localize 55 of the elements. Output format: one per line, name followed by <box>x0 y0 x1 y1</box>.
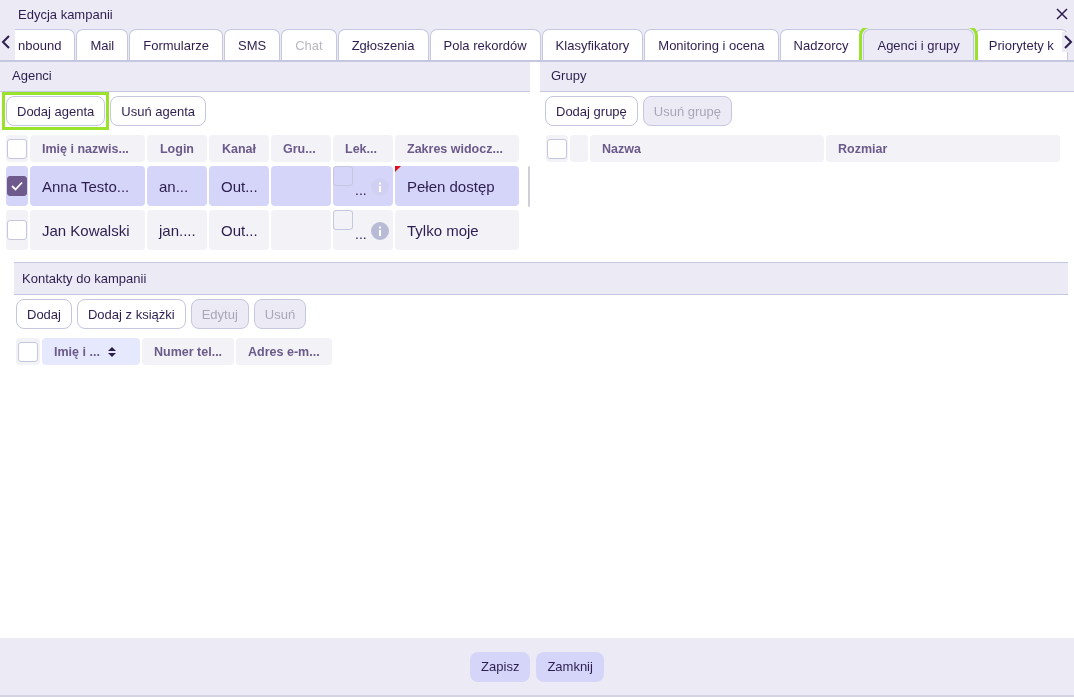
checkbox[interactable] <box>333 166 353 186</box>
column-header[interactable]: Nazwa <box>590 135 824 162</box>
scrollbar[interactable] <box>528 166 530 207</box>
ellipsis-text: ... <box>355 182 367 198</box>
table-cell: an... <box>147 166 207 206</box>
section-title: Agenci <box>0 60 530 92</box>
tab[interactable]: Klasyfikatory <box>541 29 644 60</box>
select-all-checkbox[interactable] <box>547 138 567 159</box>
close-icon[interactable] <box>1056 8 1068 20</box>
tab[interactable]: Formularze <box>129 29 223 60</box>
tab[interactable]: Mail <box>76 29 129 60</box>
tab[interactable]: Monitoring i ocena <box>644 29 779 60</box>
table-cell: jan.... <box>147 210 207 250</box>
tab[interactable]: Pola rekordów <box>429 29 541 60</box>
button[interactable]: Usuń agenta <box>110 96 207 126</box>
table-cell: Tylko moje <box>395 210 519 250</box>
select-all-checkbox[interactable] <box>18 341 38 362</box>
checkmark-icon <box>11 181 23 191</box>
info-icon[interactable] <box>371 178 389 196</box>
section-title: Grupy <box>540 60 1074 92</box>
button[interactable]: Dodaj grupę <box>545 96 638 126</box>
button[interactable]: Dodaj z książki <box>76 299 186 329</box>
sort-icon <box>107 346 116 357</box>
tab[interactable]: SMS <box>224 29 281 60</box>
table-cell: Out... <box>209 210 269 250</box>
column-header[interactable]: Gru... <box>271 135 331 162</box>
column-header[interactable]: Adres e-m... <box>236 338 332 365</box>
button[interactable]: Dodaj <box>16 299 72 329</box>
column-header[interactable]: Imię i ... <box>42 338 140 365</box>
info-icon[interactable] <box>371 222 389 240</box>
section-title: Kontakty do kampanii <box>14 262 1068 295</box>
button[interactable]: Zamknij <box>536 651 604 682</box>
column-header[interactable]: Login <box>147 135 207 162</box>
tab[interactable]: Zgłoszenia <box>337 29 429 60</box>
column-header[interactable]: Kanał <box>209 135 269 162</box>
table-cell: Jan Kowalski <box>30 210 145 250</box>
ellipsis-text: ... <box>355 226 367 242</box>
select-all-checkbox[interactable] <box>7 138 27 159</box>
row-checkbox[interactable] <box>7 220 27 240</box>
window-title: Edycja kampanii <box>18 6 113 22</box>
checkbox[interactable] <box>333 210 353 230</box>
tab[interactable]: nbound <box>15 29 76 60</box>
column-header[interactable]: Numer tel... <box>142 338 235 365</box>
button[interactable]: Zapisz <box>470 651 531 682</box>
column-header[interactable]: Zakres widocz... <box>395 135 519 162</box>
table-cell <box>271 166 331 206</box>
table-cell: Pełen dostęp <box>395 166 519 206</box>
column-header[interactable]: Imię i nazwis... <box>30 135 145 162</box>
button[interactable]: Dodaj agenta <box>6 96 106 126</box>
chevron-right-icon[interactable] <box>1062 32 1074 52</box>
table-cell: Anna Testo... <box>30 166 145 206</box>
column-header[interactable]: Rozmiar <box>826 135 1060 162</box>
column-header[interactable]: Lek... <box>333 135 393 162</box>
row-checkbox[interactable] <box>7 176 27 196</box>
table-cell: Out... <box>209 166 269 206</box>
